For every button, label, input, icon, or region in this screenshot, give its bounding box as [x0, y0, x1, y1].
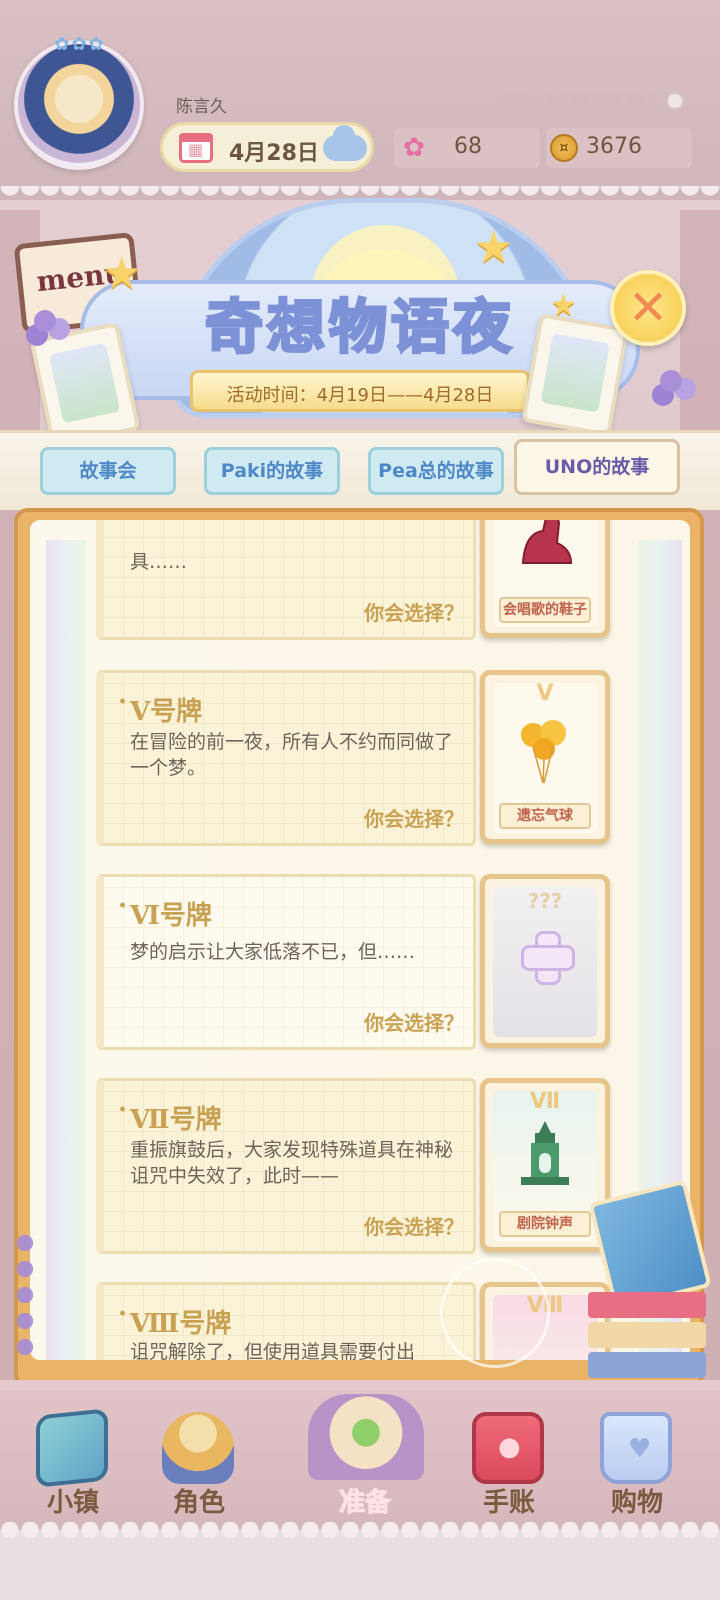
story-card: Ⅶ号牌 重振旗鼓后，大家发现特殊道具在神秘诅咒中失效了，此时—— 你会选择？ — [96, 1078, 476, 1254]
tab-story-club[interactable]: 故事会 — [40, 447, 176, 495]
tab-uno-story[interactable]: UNO的故事 — [514, 439, 680, 495]
coin-icon: ¤ — [550, 134, 578, 162]
story-description: 重振旗鼓后，大家发现特殊道具在神秘诅咒中失效了，此时—— — [130, 1139, 454, 1187]
story-card: Ⅴ号牌 在冒险的前一夜，所有人不约而同做了一个梦。 你会选择？ — [96, 670, 476, 846]
wisteria-decoration — [660, 370, 682, 392]
nav-label: 准备 — [338, 1488, 391, 1519]
star-icon: ★ — [474, 222, 514, 273]
copy-icon[interactable] — [666, 92, 684, 110]
event-time: 活动时间：4月19日——4月28日 — [226, 385, 494, 406]
current-date: 4月28日 — [229, 141, 319, 166]
book-spine — [588, 1352, 706, 1378]
story-entry[interactable]: Ⅵ号牌 梦的启示让大家低落不已，但…… 你会选择？ ??? — [96, 874, 616, 1054]
book-spine — [588, 1292, 706, 1318]
story-description: 具…… — [130, 551, 188, 573]
gem-count: 68 — [454, 134, 482, 159]
shopping-bag-icon — [600, 1412, 672, 1484]
bottom-lace — [0, 1522, 720, 1600]
event-banner: 奇想物语夜 活动时间：4月19日——4月28日 ★ ★ ★ — [20, 180, 700, 449]
player-name: 陈言久 — [176, 97, 227, 117]
story-entry[interactable]: Ⅴ号牌 在冒险的前一夜，所有人不约而同做了一个梦。 你会选择？ Ⅴ 遗忘气球 — [96, 670, 616, 850]
gem-counter[interactable]: ✿ 68 — [394, 128, 540, 168]
book-spine — [588, 1322, 706, 1348]
story-list[interactable]: 具…… 你会选择？ 会唱歌的鞋子 Ⅴ号牌 在冒险的前一夜，所有人不约而同做了一个… — [30, 520, 690, 1360]
nav-journal[interactable]: 手账 — [444, 1390, 574, 1540]
nav-town[interactable]: 小镇 — [8, 1390, 138, 1540]
item-card[interactable]: Ⅴ 遗忘气球 — [480, 670, 610, 844]
calendar-icon — [179, 133, 213, 163]
item-numeral: Ⅶ — [529, 1089, 561, 1114]
wisteria-decoration — [34, 310, 56, 332]
story-card: Ⅷ号牌 诅咒解除了，但使用道具需要付出 — [96, 1282, 476, 1360]
coin-counter[interactable]: ¤ 3676 — [546, 128, 692, 168]
choose-prompt[interactable]: 你会选择？ — [364, 803, 464, 832]
story-description: 在冒险的前一夜，所有人不约而同做了一个梦。 — [130, 731, 454, 779]
card-decoration — [521, 313, 629, 437]
plus-icon — [521, 931, 575, 985]
close-button[interactable]: ✕ — [610, 270, 686, 346]
wisteria-decoration — [10, 1230, 50, 1360]
item-card-inner: Ⅴ 遗忘气球 — [493, 681, 597, 833]
item-card[interactable]: 会唱歌的鞋子 — [480, 520, 610, 638]
singing-shoe-icon — [521, 520, 573, 564]
story-title: Ⅵ号牌 — [118, 891, 212, 932]
nav-label: 小镇 — [46, 1488, 99, 1518]
flower-gem-icon: ✿ — [403, 133, 425, 163]
story-description: 诅咒解除了，但使用道具需要付出 — [130, 1341, 416, 1360]
character-icon — [162, 1412, 234, 1484]
unknown-item-marker: ??? — [527, 889, 563, 913]
item-name: 会唱歌的鞋子 — [499, 597, 591, 623]
story-title: Ⅷ号牌 — [118, 1299, 231, 1340]
scroll-highlight-ring — [440, 1258, 550, 1368]
story-entry[interactable]: 具…… 你会选择？ 会唱歌的鞋子 — [96, 520, 616, 644]
star-icon: ★ — [102, 248, 142, 299]
tab-pea-story[interactable]: Pea总的故事 — [368, 447, 504, 495]
nav-character[interactable]: 角色 — [134, 1390, 264, 1540]
flower-crown-icon: ✿✿✿ — [54, 34, 106, 55]
item-card[interactable]: Ⅶ 剧院钟声 — [480, 1078, 610, 1252]
story-tabs: 故事会 Paki的故事 Pea总的故事 UNO的故事 — [0, 430, 720, 510]
choose-prompt[interactable]: 你会选择？ — [364, 1211, 464, 1240]
story-card: 具…… 你会选择？ — [96, 520, 476, 640]
item-name: 剧院钟声 — [499, 1211, 591, 1237]
story-card: Ⅵ号牌 梦的启示让大家低落不已，但…… 你会选择？ — [96, 874, 476, 1050]
event-time-ribbon: 活动时间：4月19日——4月28日 — [190, 370, 530, 412]
nav-label: 手账 — [482, 1488, 535, 1518]
story-title: Ⅶ号牌 — [118, 1095, 222, 1136]
item-numeral: Ⅴ — [536, 681, 554, 706]
close-icon: ✕ — [627, 280, 669, 336]
story-description: 梦的启示让大家低落不已，但…… — [130, 941, 416, 963]
choose-prompt[interactable]: 你会选择？ — [364, 597, 464, 626]
locked-item-card[interactable]: ??? — [480, 874, 610, 1048]
choose-prompt[interactable]: 你会选择？ — [364, 1007, 464, 1036]
story-entry[interactable]: Ⅶ号牌 重振旗鼓后，大家发现特殊道具在神秘诅咒中失效了，此时—— 你会选择？ Ⅶ… — [96, 1078, 616, 1258]
nav-prepare[interactable]: 准备 — [300, 1390, 430, 1540]
theater-bell-tower-icon — [521, 1121, 569, 1185]
map-icon — [36, 1408, 108, 1488]
coin-count: 3676 — [586, 134, 642, 159]
player-avatar[interactable] — [14, 40, 144, 170]
tab-paki-story[interactable]: Paki的故事 — [204, 447, 340, 495]
nav-label: 购物 — [610, 1488, 663, 1518]
story-title: Ⅴ号牌 — [118, 687, 202, 728]
date-pill[interactable]: 4月28日 — [160, 122, 374, 172]
journal-icon — [472, 1412, 544, 1484]
item-name: 遗忘气球 — [499, 803, 591, 829]
book-stack-decoration — [588, 1292, 708, 1388]
cloud-icon — [323, 125, 367, 161]
rainbow-strip — [46, 540, 86, 1360]
prepare-icon — [308, 1394, 424, 1480]
item-card-inner: 会唱歌的鞋子 — [493, 520, 597, 627]
player-uid: UID: 1073851330 — [502, 92, 659, 111]
bottom-navigation: 小镇 角色 准备 手账 购物 — [0, 1390, 720, 1540]
nav-label: 角色 — [172, 1488, 225, 1518]
balloon-icon — [521, 720, 566, 784]
nav-shopping[interactable]: 购物 — [572, 1390, 702, 1540]
item-card-inner: ??? — [493, 887, 597, 1037]
item-card-inner: Ⅶ 剧院钟声 — [493, 1089, 597, 1241]
